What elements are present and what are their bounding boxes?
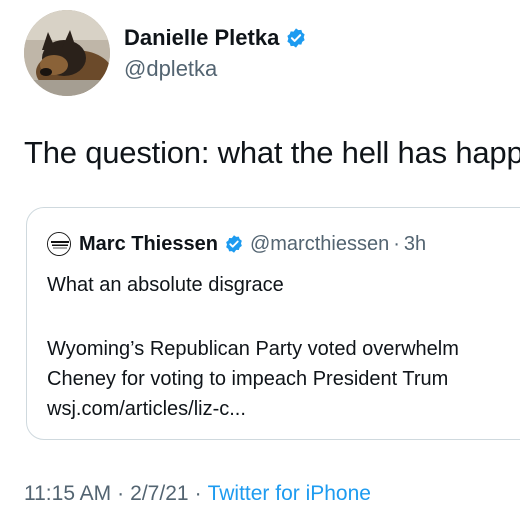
quoted-author-handle[interactable]: @marcthiessen xyxy=(250,233,389,256)
author-avatar[interactable] xyxy=(24,10,110,96)
tweet-time[interactable]: 11:15 AM xyxy=(24,482,111,506)
meta-separator: · xyxy=(117,482,125,505)
tweet-metadata: 11:15 AM · 2/7/21 · Twitter for iPhone xyxy=(24,482,371,506)
author-name-text: Danielle Pletka xyxy=(124,25,280,50)
tweet-date[interactable]: 2/7/21 xyxy=(130,482,188,506)
quoted-text-line: Wyoming’s Republican Party voted overwhe… xyxy=(47,338,459,360)
tweet-text: The question: what the hell has happ xyxy=(24,135,520,170)
quoted-tweet-header: Marc Thiessen @marcthiessen · 3h xyxy=(47,232,426,256)
quoted-tweet-card[interactable]: Marc Thiessen @marcthiessen · 3h What an… xyxy=(26,207,520,440)
quoted-verified-badge-icon xyxy=(226,235,242,253)
meta-separator: · xyxy=(194,482,202,505)
author-name[interactable]: Danielle Pletka xyxy=(124,25,307,51)
verified-badge-icon xyxy=(287,28,305,48)
author-handle[interactable]: @dpletka xyxy=(124,56,217,82)
tweet-source-link[interactable]: Twitter for iPhone xyxy=(208,482,371,506)
quoted-link[interactable]: wsj.com/articles/liz-c... xyxy=(47,398,246,421)
quoted-timestamp[interactable]: 3h xyxy=(404,233,426,256)
quoted-author-avatar[interactable] xyxy=(47,232,71,256)
quoted-author-name[interactable]: Marc Thiessen xyxy=(79,233,218,256)
quoted-text-line: What an absolute disgrace xyxy=(47,274,284,296)
dog-photo-avatar-icon xyxy=(24,10,110,96)
news-logo-avatar-icon xyxy=(48,233,70,255)
quoted-separator: · xyxy=(393,232,400,255)
quoted-text-line: Cheney for voting to impeach President T… xyxy=(47,368,449,390)
